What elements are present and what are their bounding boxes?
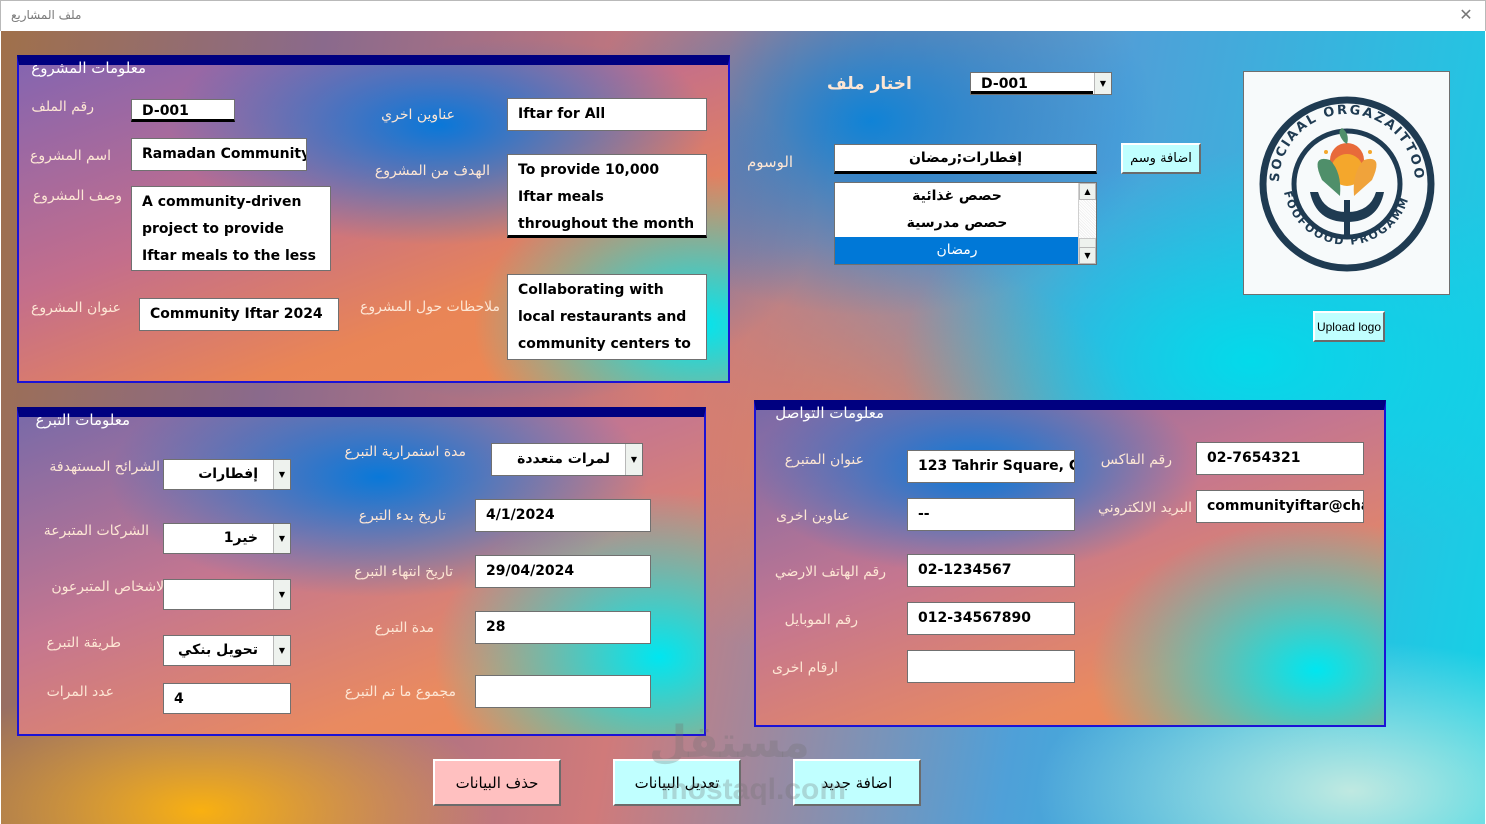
file-selector-label: اختار ملف	[827, 74, 912, 94]
other-titles-label: عناوين اخري	[381, 107, 455, 123]
target-groups-label: الشرائح المستهدفة	[49, 459, 160, 475]
chevron-down-icon[interactable]: ▼	[273, 524, 290, 553]
donation-info-frame: معلومات التبرع الشرائح المستهدفة إفطارات…	[17, 407, 706, 736]
scroll-down-icon[interactable]: ▼	[1079, 247, 1096, 264]
project-name-label: اسم المشروع	[30, 148, 111, 164]
tags-label: الوسوم	[747, 153, 794, 171]
add-new-button[interactable]: اضافة جديد	[793, 759, 921, 806]
project-notes-label: ملاحظات حول المشروع	[360, 299, 500, 315]
donor-persons-dropdown[interactable]: ▼	[163, 579, 291, 610]
target-groups-value: إفطارات	[198, 466, 258, 482]
file-selector-value: D-001	[971, 73, 1093, 94]
times-count-label: عدد المرات	[46, 684, 114, 700]
chevron-down-icon[interactable]: ▼	[273, 460, 290, 489]
scroll-up-icon[interactable]: ▲	[1079, 183, 1096, 200]
tags-field[interactable]: إفطارات;رمضان	[834, 144, 1097, 174]
file-selector-dropdown[interactable]: D-001 ▼	[970, 72, 1112, 95]
project-info-title: معلومات المشروع	[31, 59, 146, 77]
project-name-field[interactable]: Ramadan Community If	[131, 138, 307, 171]
email-field[interactable]: communityiftar@charit	[1196, 490, 1364, 523]
form-canvas: معلومات المشروع رقم الملف D-001 اسم المش…	[1, 31, 1485, 824]
landline-label: رقم الهاتف الارضي	[774, 564, 886, 580]
upload-logo-button[interactable]: Upload logo	[1313, 311, 1385, 342]
donor-companies-dropdown[interactable]: خير1 ▼	[163, 523, 291, 554]
tag-option-selected[interactable]: رمضان	[835, 237, 1079, 264]
donation-method-value: تحويل بنكي	[177, 642, 258, 658]
project-goal-field[interactable]: To provide 10,000 Iftar meals throughout…	[507, 154, 707, 238]
continuity-dropdown[interactable]: لمرات متعددة ▼	[491, 443, 643, 476]
donation-info-title: معلومات التبرع	[35, 411, 131, 429]
logo-image: SOCIAAL ORGAZAITTOON FOOFOOOD PROGAMM IN…	[1238, 61, 1450, 295]
end-date-label: تاريخ انتهاء التبرع	[354, 564, 453, 580]
delete-data-button[interactable]: حذف البيانات	[433, 759, 561, 806]
chevron-down-icon[interactable]: ▼	[625, 444, 642, 475]
donor-persons-label: الاشخاص المتبرعون	[51, 579, 168, 595]
donor-companies-value: خير1	[223, 530, 258, 546]
mobile-label: رقم الموبايل	[784, 612, 858, 628]
project-title-field[interactable]: Community Iftar 2024	[139, 298, 339, 331]
email-label: البريد الالكتروني	[1098, 500, 1192, 516]
donor-persons-value	[168, 580, 268, 609]
donor-address-field[interactable]: 123 Tahrir Square, Cair	[907, 450, 1075, 483]
other-numbers-label: ارقام اخرى	[772, 660, 838, 676]
fax-label: رقم الفاكس	[1100, 452, 1172, 468]
window-title: ملف المشاريع	[11, 8, 82, 22]
edit-data-button[interactable]: تعديل البيانات	[613, 759, 741, 806]
start-date-field[interactable]: 4/1/2024	[475, 499, 651, 532]
project-info-frame: معلومات المشروع رقم الملف D-001 اسم المش…	[17, 55, 730, 383]
continuity-label: مدة استمرارية التبرع	[344, 444, 466, 460]
tags-listbox[interactable]: حصص غذائية حصص مدرسية رمضان ▲ ▼	[834, 182, 1097, 265]
continuity-value: لمرات متعددة	[517, 451, 610, 467]
other-numbers-field[interactable]	[907, 650, 1075, 683]
file-number-label: رقم الملف	[31, 99, 94, 115]
chevron-down-icon[interactable]: ▼	[273, 580, 290, 609]
tag-option[interactable]: حصص غذائية	[835, 183, 1079, 210]
project-goal-label: الهدف من المشروع	[374, 163, 490, 179]
total-donated-label: مجموع ما تم التبرع	[344, 684, 456, 700]
landline-field[interactable]: 02-1234567	[907, 554, 1075, 587]
start-date-label: تاريخ بدء التبرع	[358, 508, 446, 524]
other-titles-field[interactable]: Iftar for All	[507, 98, 707, 131]
end-date-field[interactable]: 29/04/2024	[475, 555, 651, 588]
window-titlebar: ملف المشاريع ✕	[0, 0, 1486, 31]
organization-logo-icon: SOCIAAL ORGAZAITTOON FOOFOOOD PROGAMM IN…	[1238, 61, 1435, 272]
contact-info-title: معلومات التواصل	[775, 404, 884, 422]
other-addresses-field[interactable]: --	[907, 498, 1075, 531]
add-tag-button[interactable]: اضافة وسم	[1121, 143, 1201, 174]
times-count-field[interactable]: 4	[163, 683, 291, 714]
project-description-field[interactable]: A community-driven project to provide If…	[131, 186, 331, 271]
mobile-field[interactable]: 012-34567890	[907, 602, 1075, 635]
project-title-label: عنوان المشروع	[30, 300, 121, 316]
fax-field[interactable]: 02-7654321	[1196, 442, 1364, 475]
close-icon[interactable]: ✕	[1457, 6, 1475, 24]
donor-companies-label: الشركات المتبرعة	[43, 523, 149, 539]
contact-info-frame: معلومات التواصل عنوان المتبرع 123 Tahrir…	[754, 400, 1386, 727]
project-description-label: وصف المشروع	[32, 188, 122, 204]
project-notes-field[interactable]: Collaborating with local restaurants and…	[507, 274, 707, 360]
duration-field[interactable]: 28	[475, 611, 651, 644]
listbox-scrollbar[interactable]: ▲ ▼	[1078, 183, 1096, 264]
duration-label: مدة التبرع	[374, 620, 434, 636]
target-groups-dropdown[interactable]: إفطارات ▼	[163, 459, 291, 490]
chevron-down-icon[interactable]: ▼	[273, 636, 290, 665]
donation-method-label: طريقة التبرع	[46, 635, 121, 651]
total-donated-field[interactable]	[475, 675, 651, 708]
other-addresses-label: عناوين اخرى	[776, 508, 850, 524]
file-number-field[interactable]: D-001	[131, 99, 235, 122]
tag-option[interactable]: حصص مدرسية	[835, 210, 1079, 237]
donation-method-dropdown[interactable]: تحويل بنكي ▼	[163, 635, 291, 666]
donor-address-label: عنوان المتبرع	[784, 452, 864, 468]
chevron-down-icon[interactable]: ▼	[1094, 73, 1111, 94]
